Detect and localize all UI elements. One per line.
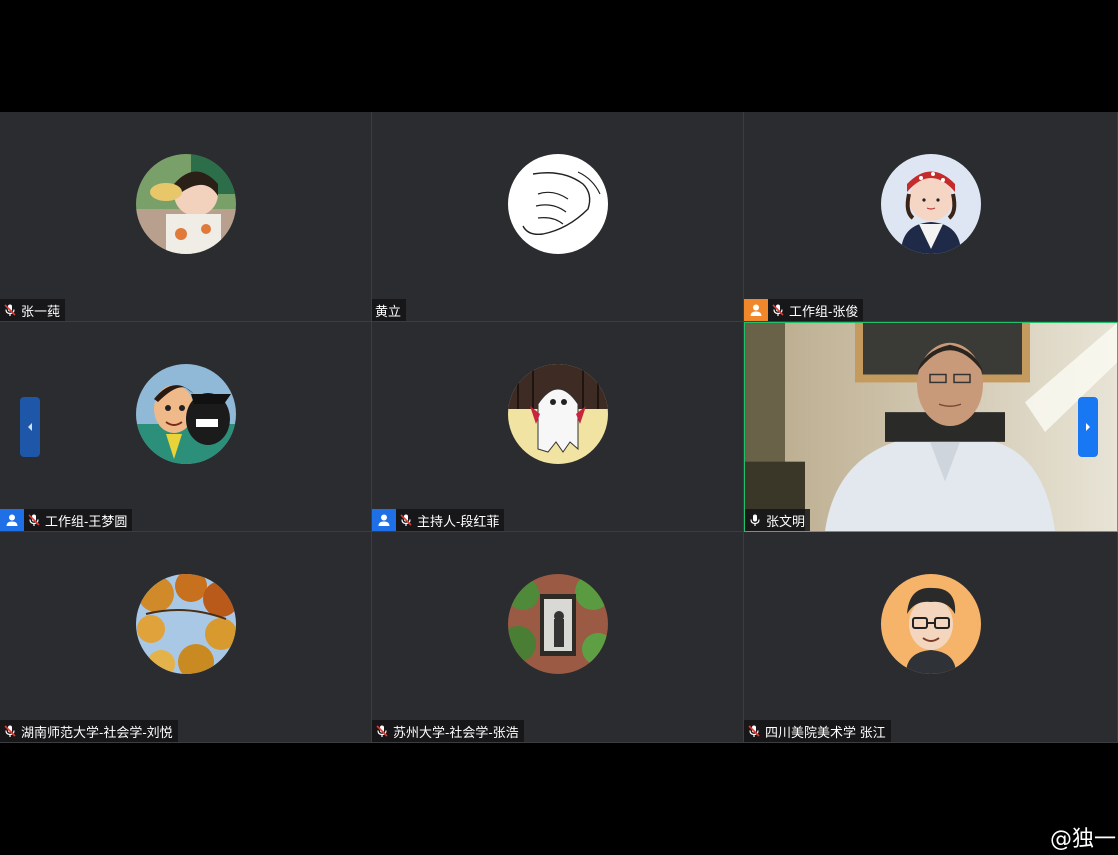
mic-muted-icon xyxy=(400,514,412,526)
participant-name: 黄立 xyxy=(375,303,402,319)
hand-sketch-avatar xyxy=(507,154,608,254)
participant-tile[interactable]: 工作组-张俊 xyxy=(744,112,1118,322)
name-bar: 工作组-王梦圆 xyxy=(0,509,133,531)
user-icon xyxy=(378,514,390,526)
cohost-badge xyxy=(744,299,768,321)
photo-autumn-leaves-avatar xyxy=(135,574,236,674)
participant-name: 苏州大学-社会学-张浩 xyxy=(393,724,519,740)
chevron-right-icon xyxy=(1086,423,1090,431)
participant-tile-speaking[interactable]: 张文明 xyxy=(744,322,1118,532)
previous-page-button[interactable] xyxy=(20,397,40,457)
avatar xyxy=(135,364,236,464)
host-badge xyxy=(0,509,24,531)
participant-name: 湖南师范大学-社会学-刘悦 xyxy=(21,724,173,740)
watermark: @独一 xyxy=(1049,827,1116,852)
name-bar: 湖南师范大学-社会学-刘悦 xyxy=(0,720,178,742)
avatar xyxy=(880,574,981,674)
avatar xyxy=(135,154,236,254)
avatar xyxy=(507,154,608,254)
name-bar: 苏州大学-社会学-张浩 xyxy=(372,720,524,742)
live-video-feed xyxy=(745,323,1117,531)
participant-tile[interactable]: 湖南师范大学-社会学-刘悦 xyxy=(0,532,372,743)
mic-muted-icon xyxy=(28,514,40,526)
mic-active-icon xyxy=(750,514,760,526)
participant-tile[interactable]: 黄立 xyxy=(372,112,744,322)
cartoon-girl-red-hat-avatar xyxy=(880,154,981,254)
cartoon-man-glasses-avatar xyxy=(880,574,981,674)
participant-grid: 张一莼 黄立 工作组-张俊 工作组-王梦圆 主持人-段红菲 张文明 湖南师范大学… xyxy=(0,112,1118,743)
user-icon xyxy=(6,514,18,526)
participant-label: 四川美院美术学 张江 xyxy=(744,720,891,742)
participant-label: 张一莼 xyxy=(0,299,66,321)
cartoon-lupin-avatar xyxy=(135,364,236,464)
user-icon xyxy=(750,304,762,316)
mic-muted-icon xyxy=(772,304,784,316)
participant-label: 黄立 xyxy=(372,299,407,321)
participant-tile[interactable]: 苏州大学-社会学-张浩 xyxy=(372,532,744,743)
photo-child-eating-avatar xyxy=(135,154,236,254)
participant-name: 张文明 xyxy=(766,513,806,529)
mic-muted-icon xyxy=(376,725,388,737)
mic-muted-icon xyxy=(4,725,16,737)
host-badge xyxy=(372,509,396,531)
participant-label: 工作组-王梦圆 xyxy=(24,509,133,531)
name-bar: 四川美院美术学 张江 xyxy=(744,720,891,742)
participant-name: 张一莼 xyxy=(21,303,61,319)
participant-name: 主持人-段红菲 xyxy=(417,513,500,529)
name-bar: 张一莼 xyxy=(0,299,66,321)
avatar xyxy=(507,574,608,674)
mic-muted-icon xyxy=(748,725,760,737)
photo-ivy-window-avatar xyxy=(507,574,608,674)
participant-label: 工作组-张俊 xyxy=(768,299,864,321)
next-page-button[interactable] xyxy=(1078,397,1098,457)
video-conference-window: 张一莼 黄立 工作组-张俊 工作组-王梦圆 主持人-段红菲 张文明 湖南师范大学… xyxy=(0,0,1118,855)
participant-tile[interactable]: 工作组-王梦圆 xyxy=(0,322,372,532)
participant-name: 工作组-王梦圆 xyxy=(45,513,128,529)
participant-name: 工作组-张俊 xyxy=(789,303,859,319)
participant-tile[interactable]: 四川美院美术学 张江 xyxy=(744,532,1118,743)
mic-muted-icon xyxy=(4,304,16,316)
participant-tile[interactable]: 张一莼 xyxy=(0,112,372,322)
name-bar: 主持人-段红菲 xyxy=(372,509,505,531)
chevron-left-icon xyxy=(28,423,32,431)
cartoon-ghost-avatar xyxy=(507,364,608,464)
video-feed xyxy=(745,323,1117,531)
name-bar: 张文明 xyxy=(745,509,811,531)
participant-name: 四川美院美术学 张江 xyxy=(765,724,886,740)
participant-label: 苏州大学-社会学-张浩 xyxy=(372,720,524,742)
name-bar: 黄立 xyxy=(372,299,407,321)
participant-label: 湖南师范大学-社会学-刘悦 xyxy=(0,720,178,742)
participant-tile[interactable]: 主持人-段红菲 xyxy=(372,322,744,532)
avatar xyxy=(880,154,981,254)
avatar xyxy=(507,364,608,464)
participant-label: 张文明 xyxy=(745,509,811,531)
participant-label: 主持人-段红菲 xyxy=(396,509,505,531)
avatar xyxy=(135,574,236,674)
name-bar: 工作组-张俊 xyxy=(744,299,864,321)
